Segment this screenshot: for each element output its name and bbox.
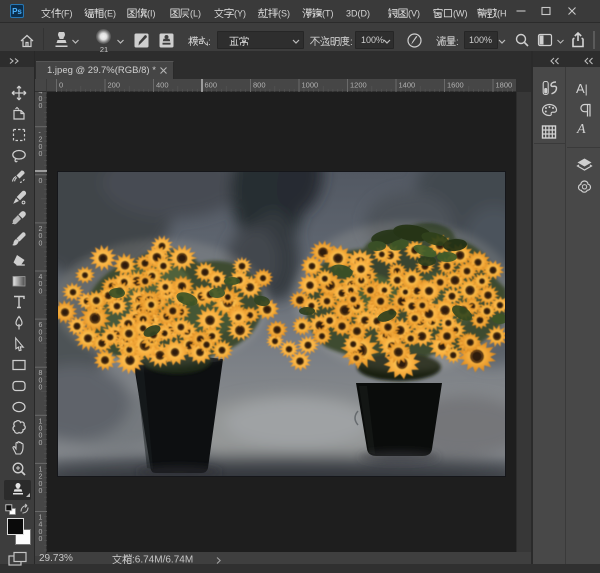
- svg-text:600: 600: [205, 81, 218, 90]
- svg-text:4: 4: [39, 522, 43, 529]
- svg-text:0: 0: [39, 433, 43, 440]
- svg-text:1200: 1200: [350, 81, 367, 90]
- svg-text:0: 0: [39, 233, 43, 240]
- svg-text:400: 400: [156, 81, 169, 90]
- svg-text:0: 0: [39, 536, 43, 543]
- svg-text:0: 0: [39, 337, 43, 344]
- svg-text:1800: 1800: [496, 81, 513, 90]
- svg-text:0: 0: [39, 385, 43, 392]
- svg-text:0: 0: [39, 288, 43, 295]
- svg-text:1000: 1000: [302, 81, 319, 90]
- svg-text:0: 0: [59, 81, 63, 90]
- svg-text:0: 0: [39, 281, 43, 288]
- svg-text:2: 2: [39, 137, 43, 144]
- svg-text:2: 2: [39, 226, 43, 233]
- svg-text:0: 0: [39, 329, 43, 336]
- svg-text:0: 0: [39, 103, 43, 110]
- svg-text:1: 1: [39, 418, 43, 425]
- svg-text:0: 0: [39, 488, 43, 495]
- svg-text:200: 200: [108, 81, 121, 90]
- svg-text:1: 1: [39, 515, 43, 522]
- svg-text:1400: 1400: [399, 81, 416, 90]
- svg-text:800: 800: [253, 81, 266, 90]
- svg-text:0: 0: [39, 377, 43, 384]
- svg-text:1: 1: [39, 466, 43, 473]
- svg-text:0: 0: [39, 96, 43, 103]
- svg-text:0: 0: [39, 440, 43, 447]
- svg-text:0: 0: [39, 178, 43, 185]
- svg-text:6: 6: [39, 322, 43, 329]
- svg-text:0: 0: [39, 240, 43, 247]
- svg-text:0: 0: [39, 151, 43, 158]
- svg-text:0: 0: [39, 144, 43, 151]
- svg-text:0: 0: [39, 481, 43, 488]
- svg-text:0: 0: [39, 529, 43, 536]
- svg-text:8: 8: [39, 370, 43, 377]
- svg-text:0: 0: [39, 426, 43, 433]
- svg-text:2: 2: [39, 474, 43, 481]
- svg-text:4: 4: [39, 274, 43, 281]
- svg-text:1600: 1600: [447, 81, 464, 90]
